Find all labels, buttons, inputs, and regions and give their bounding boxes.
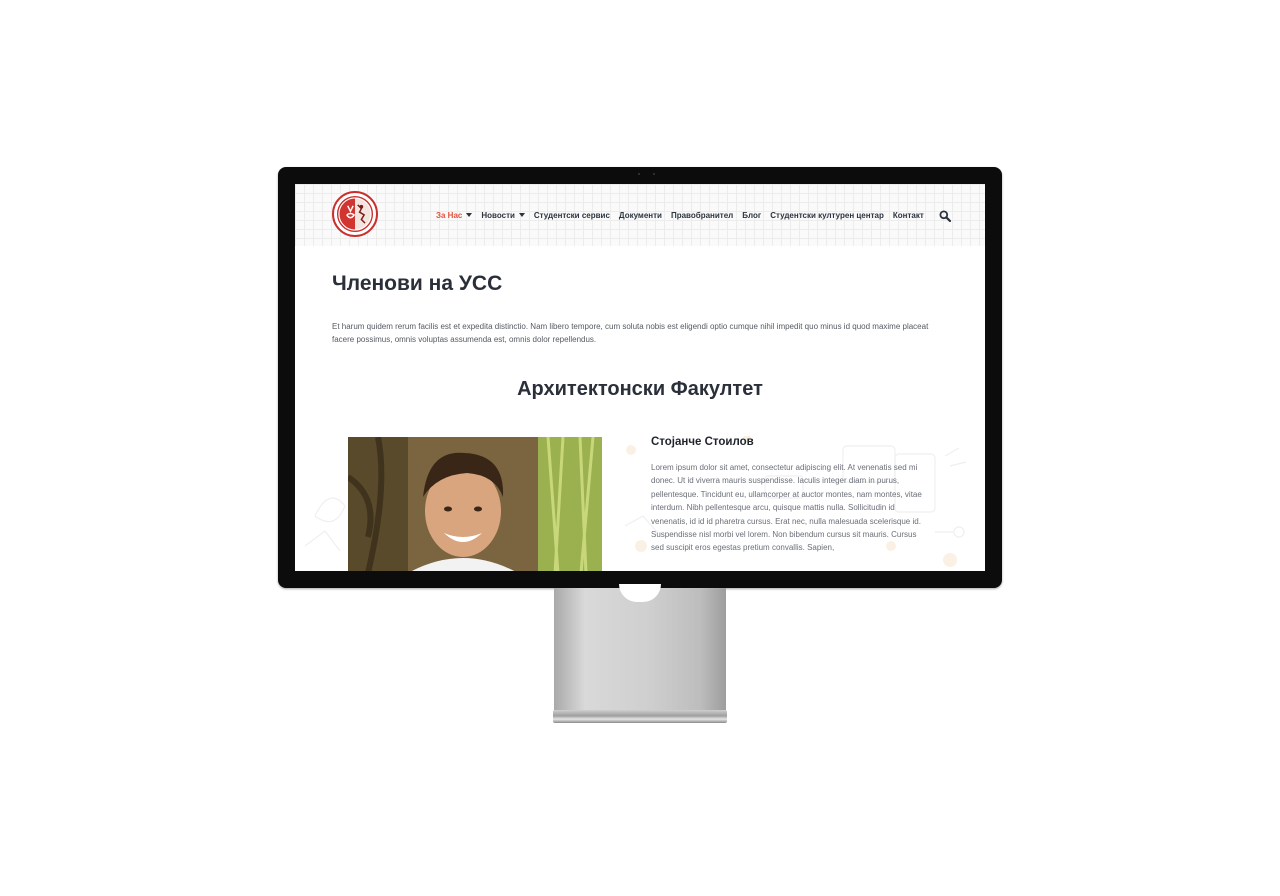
- camera-dot: [653, 173, 655, 175]
- monitor-stand: [554, 588, 726, 710]
- main-nav: За Нас Новости Студентски сервис Докумен…: [436, 208, 924, 222]
- monitor-stand-base: [553, 710, 727, 723]
- monitor-frame: За Нас Новости Студентски сервис Докумен…: [278, 167, 1002, 588]
- nav-item-label: Студентски културен центар: [770, 210, 884, 220]
- search-icon[interactable]: [939, 209, 952, 223]
- nav-item-novosti[interactable]: Новости: [481, 211, 525, 220]
- caret-down-icon: [466, 213, 473, 217]
- nav-item-label: Документи: [618, 210, 662, 220]
- page-intro: Et harum quidem rerum facilis est et exp…: [332, 322, 929, 344]
- nav-item-label: Контакт: [892, 210, 924, 220]
- nav-item-label: Правобранител: [670, 210, 734, 220]
- member-name: Стојанче Стоилов: [651, 436, 754, 448]
- nav-item-studentski-servis[interactable]: Студентски сервис: [534, 211, 610, 220]
- page-title: Членови на УСС: [332, 272, 503, 295]
- nav-item-pravobranitel[interactable]: Правобранител: [671, 211, 733, 220]
- camera-dot: [638, 173, 640, 175]
- nav-item-kontakt[interactable]: Контакт: [893, 211, 924, 220]
- nav-item-label: За Нас: [436, 210, 463, 220]
- nav-item-za-nas[interactable]: За Нас: [436, 210, 473, 220]
- nav-item-kulturen-centar[interactable]: Студентски културен центар: [770, 211, 884, 220]
- nav-item-label: Блог: [742, 210, 762, 220]
- member-bio: Lorem ipsum dolor sit amet, consectetur …: [651, 463, 922, 553]
- nav-item-blog[interactable]: Блог: [742, 211, 761, 220]
- site-header: За Нас Новости Студентски сервис Докумен…: [295, 184, 985, 246]
- site-logo[interactable]: [332, 191, 378, 237]
- section-title: Архитектонски Факултет: [517, 378, 763, 400]
- nav-item-label: Новости: [481, 210, 515, 220]
- nav-item-dokumenti[interactable]: Документи: [619, 211, 662, 220]
- nav-item-label: Студентски сервис: [533, 210, 610, 220]
- monitor-screen: За Нас Новости Студентски сервис Докумен…: [295, 184, 985, 571]
- member-photo: [348, 437, 602, 571]
- caret-down-icon: [518, 213, 525, 217]
